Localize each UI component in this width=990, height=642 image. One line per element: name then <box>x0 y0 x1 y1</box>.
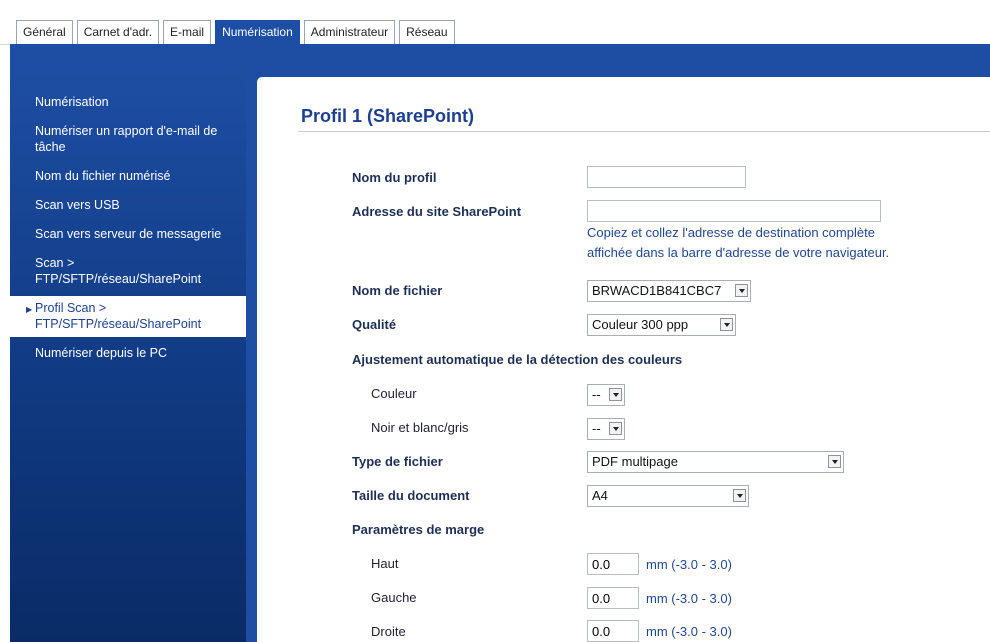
color-value: -- <box>592 387 601 402</box>
margin-left-input[interactable] <box>587 587 639 609</box>
margin-settings-label: Paramètres de marge <box>352 522 485 537</box>
document-size-label: Taille du document <box>352 488 470 503</box>
sharepoint-address-input[interactable] <box>587 200 881 222</box>
tab-administrator[interactable]: Administrateur <box>303 20 396 44</box>
quality-value: Couleur 300 ppp <box>592 317 689 332</box>
bw-gray-label: Noir et blanc/gris <box>371 420 469 435</box>
sharepoint-hint-line1: Copiez et collez l'adresse de destinatio… <box>587 225 875 240</box>
profile-name-input[interactable] <box>587 166 746 188</box>
margin-top-unit: mm (-3.0 - 3.0) <box>646 557 732 572</box>
sidebar: Numérisation Numériser un rapport d'e-ma… <box>10 64 246 642</box>
tab-list: Général Carnet d'adr. E-mail Numérisatio… <box>16 20 459 44</box>
sidebar-item-scan-file-name[interactable]: Nom du fichier numérisé <box>10 164 246 189</box>
sidebar-item-scan-job-email-report[interactable]: Numériser un rapport d'e-mail de tâche <box>10 119 246 160</box>
margin-right-input[interactable] <box>587 620 639 642</box>
chevron-down-icon <box>609 388 622 401</box>
quality-select[interactable]: Couleur 300 ppp <box>587 314 736 336</box>
sidebar-item-scan-to-ftp[interactable]: Scan > FTP/SFTP/réseau/SharePoint <box>10 251 246 292</box>
margin-left-label: Gauche <box>371 590 417 605</box>
header-band <box>10 44 990 64</box>
chevron-down-icon <box>609 422 622 435</box>
color-select[interactable]: -- <box>587 384 625 406</box>
chevron-down-icon <box>720 318 733 331</box>
tab-network[interactable]: Réseau <box>399 20 455 44</box>
sidebar-item-scan-from-pc[interactable]: Numériser depuis le PC <box>10 341 246 366</box>
tab-email[interactable]: E-mail <box>163 20 212 44</box>
auto-color-detection-label: Ajustement automatique de la détection d… <box>352 352 683 367</box>
file-name-select[interactable]: BRWACD1B841CBC7 <box>587 280 751 302</box>
tab-general[interactable]: Général <box>16 20 73 44</box>
sharepoint-hint-line2: affichée dans la barre d'adresse de votr… <box>587 245 890 260</box>
title-divider <box>298 131 990 132</box>
file-name-label: Nom de fichier <box>352 283 443 298</box>
tab-address-book[interactable]: Carnet d'adr. <box>76 20 160 44</box>
file-type-select[interactable]: PDF multipage <box>587 451 844 473</box>
sidebar-item-scan-profile[interactable]: ▶ Profil Scan > FTP/SFTP/réseau/SharePoi… <box>10 296 246 337</box>
page-title: Profil 1 (SharePoint) <box>301 106 475 126</box>
sidebar-item-label: Profil Scan > FTP/SFTP/réseau/SharePoint <box>35 301 202 331</box>
document-size-select[interactable]: A4 <box>587 485 749 507</box>
margin-top-label: Haut <box>371 556 399 571</box>
chevron-down-icon <box>735 284 748 297</box>
bw-gray-value: -- <box>592 421 601 436</box>
profile-name-label: Nom du profil <box>352 170 437 185</box>
file-type-label: Type de fichier <box>352 454 443 469</box>
margin-left-unit: mm (-3.0 - 3.0) <box>646 591 732 606</box>
tab-bar: Général Carnet d'adr. E-mail Numérisatio… <box>0 0 990 45</box>
tab-scan[interactable]: Numérisation <box>215 20 300 44</box>
sidebar-item-scan[interactable]: Numérisation <box>10 90 246 115</box>
quality-label: Qualité <box>352 317 397 332</box>
chevron-down-icon <box>828 455 841 468</box>
bw-gray-select[interactable]: -- <box>587 418 625 440</box>
color-label: Couleur <box>371 386 417 401</box>
sidebar-item-scan-to-usb[interactable]: Scan vers USB <box>10 193 246 218</box>
margin-right-unit: mm (-3.0 - 3.0) <box>646 624 732 639</box>
sharepoint-address-label: Adresse du site SharePoint <box>352 204 522 219</box>
document-size-value: A4 <box>592 488 608 503</box>
margin-top-input[interactable] <box>587 553 639 575</box>
active-arrow-icon: ▶ <box>26 305 33 314</box>
chevron-down-icon <box>733 489 746 502</box>
sidebar-menu: Numérisation Numériser un rapport d'e-ma… <box>10 64 246 366</box>
margin-right-label: Droite <box>371 624 406 639</box>
file-name-value: BRWACD1B841CBC7 <box>592 283 722 298</box>
file-type-value: PDF multipage <box>592 454 678 469</box>
sidebar-item-scan-to-email-server[interactable]: Scan vers serveur de messagerie <box>10 222 246 247</box>
